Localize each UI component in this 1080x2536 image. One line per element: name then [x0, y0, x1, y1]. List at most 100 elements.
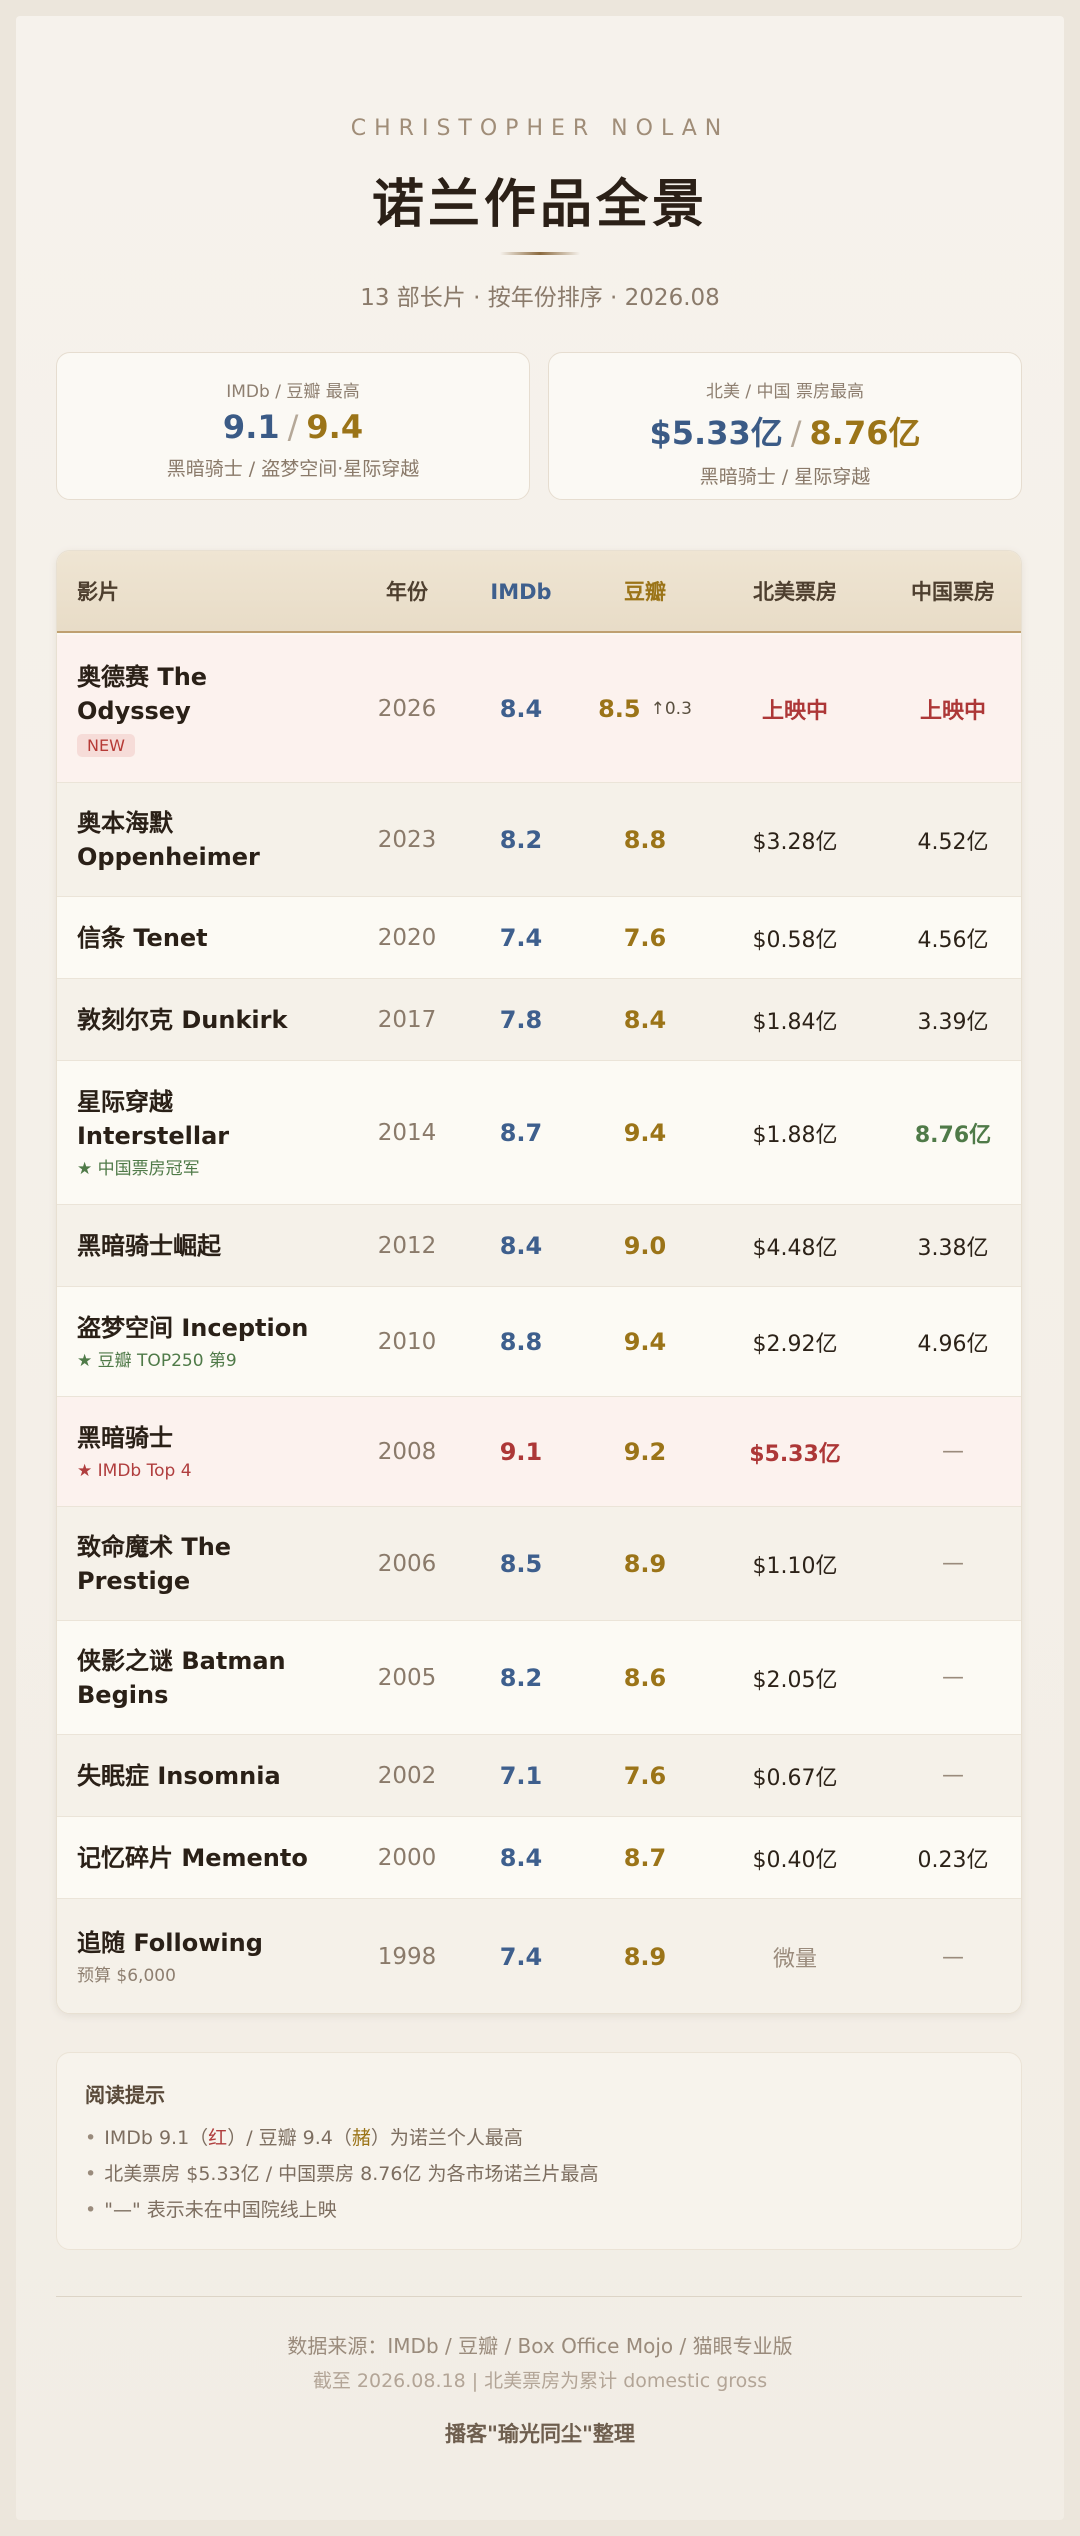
imdb-score: 8.2: [499, 825, 543, 854]
film-name: 追随 Following: [77, 1929, 263, 1957]
table-row: 星际穿越 Interstellar ★ 中国票房冠军 2014 8.7 9.4 …: [57, 1061, 1021, 1205]
imdb-score: 9.1: [499, 1437, 543, 1466]
table-row: 失眠症 Insomnia 2002 7.1 7.6 $0.67亿 —: [57, 1735, 1021, 1817]
filmography-table: 影片 年份 IMDb 豆瓣 北美票房 中国票房 奥德赛 The Odyssey …: [56, 550, 1022, 2014]
tip-ochre-word: 赭: [351, 2127, 371, 2149]
bullet-icon: •: [85, 2163, 97, 2185]
table-row: 致命魔术 The Prestige 2006 8.5 8.9 $1.10亿 —: [57, 1507, 1021, 1621]
ratings-card-label: IMDb / 豆瓣 最高: [226, 382, 360, 402]
na-box-office: $0.58亿: [752, 927, 838, 953]
table-row: 黑暗骑士崛起 2012 8.4 9.0 $4.48亿 3.38亿: [57, 1205, 1021, 1287]
header-imdb: IMDb: [490, 580, 552, 604]
director-eyebrow: CHRISTOPHER NOLAN: [350, 116, 730, 141]
film-name: 星际穿越 Interstellar: [77, 1087, 230, 1150]
film-name: 信条 Tenet: [77, 923, 208, 952]
cn-box-office: —: [942, 1944, 964, 1970]
imdb-score: 8.2: [499, 1663, 543, 1692]
na-box-office: $5.33亿: [749, 1441, 841, 1467]
na-box-office: $2.05亿: [752, 1667, 838, 1693]
douban-score: 8.7: [623, 1843, 667, 1872]
tip-text: "—" 表示未在中国院线上映: [104, 2199, 337, 2221]
film-name: 盗梦空间 Inception: [77, 1313, 309, 1342]
box-office-card-value: $5.33亿/8.76亿: [549, 408, 1021, 454]
douban-score: 9.0: [623, 1231, 667, 1260]
na-box-office: $1.84亿: [752, 1009, 838, 1035]
new-badge: NEW: [77, 734, 135, 757]
douban-score: 8.4: [623, 1005, 667, 1034]
tip-item: • "—" 表示未在中国院线上映: [85, 2192, 993, 2228]
tip-text: 北美票房 $5.33亿 / 中国票房 8.76亿 为各市场诺兰片最高: [104, 2163, 599, 2185]
top-imdb-value: 9.1: [222, 408, 280, 446]
film-name: 黑暗骑士崛起: [77, 1231, 221, 1260]
na-box-office: $0.67亿: [752, 1765, 838, 1791]
imdb-score: 7.4: [499, 1943, 543, 1971]
credit: 播客"瑜光同尘"整理: [445, 2422, 635, 2446]
film-note: 预算 $6,000: [77, 1966, 176, 1986]
tip-text: IMDb 9.1（: [104, 2127, 209, 2149]
bullet-icon: •: [85, 2199, 97, 2221]
imdb-score: 8.8: [499, 1327, 543, 1356]
box-office-card-note: 黑暗骑士 / 星际穿越: [699, 466, 871, 488]
douban-score: 9.2: [623, 1437, 667, 1466]
douban-score: 7.6: [623, 1761, 667, 1790]
table-row: 奥德赛 The Odyssey NEW 2026 8.4 8.5 ↑0.3 上映中…: [57, 635, 1021, 783]
imdb-score: 8.4: [499, 1231, 543, 1260]
imdb-score: 7.4: [499, 923, 543, 952]
table-row: 敦刻尔克 Dunkirk 2017 7.8 8.4 $1.84亿 3.39亿: [57, 979, 1021, 1061]
film-note: ★ 豆瓣 TOP250 第9: [77, 1350, 237, 1371]
film-name: 失眠症 Insomnia: [77, 1761, 281, 1790]
cn-box-office: 3.39亿: [917, 1009, 989, 1035]
ratings-card-note: 黑暗骑士 / 盗梦空间·星际穿越: [166, 458, 420, 480]
douban-score: 7.6: [623, 923, 667, 952]
film-note: ★ 中国票房冠军: [77, 1158, 200, 1179]
ratings-separator: /: [287, 408, 299, 446]
na-box-office: $0.40亿: [752, 1847, 838, 1873]
table-row: 信条 Tenet 2020 7.4 7.6 $0.58亿 4.56亿: [57, 897, 1021, 979]
tip-red-word: 红: [208, 2127, 228, 2149]
film-name: 奥本海默 Oppenheimer: [77, 808, 260, 871]
film-name: 致命魔术 The Prestige: [77, 1532, 232, 1595]
top-na-value: $5.33亿: [649, 414, 783, 452]
douban-score: 8.9: [623, 1943, 667, 1971]
page-subtitle: 13 部长片 · 按年份排序 · 2026.08: [360, 285, 720, 311]
tip-item: • 北美票房 $5.33亿 / 中国票房 8.76亿 为各市场诺兰片最高: [85, 2156, 993, 2192]
reading-tips: 阅读提示 • IMDb 9.1（红）/ 豆瓣 9.4（赭）为诺兰个人最高 • 北美票…: [56, 2052, 1022, 2250]
title-divider: [500, 252, 580, 255]
tips-title: 阅读提示: [85, 2083, 165, 2107]
na-box-office: 上映中: [761, 698, 828, 724]
box-office-card-label: 北美 / 中国 票房最高: [706, 382, 864, 402]
table-row: 黑暗骑士 ★ IMDb Top 4 2008 9.1 9.2 $5.33亿 —: [57, 1397, 1021, 1507]
cn-box-office: 上映中: [919, 698, 986, 724]
table-header: 影片 年份 IMDb 豆瓣 北美票房 中国票房: [57, 551, 1021, 633]
table-row: 侠影之谜 Batman Begins 2005 8.2 8.6 $2.05亿 —: [57, 1621, 1021, 1735]
imdb-score: 7.8: [499, 1005, 543, 1034]
na-box-office: $2.92亿: [752, 1331, 838, 1357]
film-name: 侠影之谜 Batman Begins: [77, 1646, 286, 1709]
ratings-summary-card: IMDb / 豆瓣 最高 9.1/9.4 黑暗骑士 / 盗梦空间·星际穿越: [56, 352, 530, 500]
film-name: 敦刻尔克 Dunkirk: [77, 1005, 288, 1034]
cn-box-office: —: [942, 1551, 964, 1576]
tip-text: ）/ 豆瓣 9.4（: [227, 2127, 352, 2149]
douban-score: 8.9: [623, 1549, 667, 1578]
douban-score: 8.8: [623, 825, 667, 854]
box-office-summary-card: 北美 / 中国 票房最高 $5.33亿/8.76亿 黑暗骑士 / 星际穿越: [548, 352, 1022, 500]
header-film: 影片: [77, 580, 119, 604]
bullet-icon: •: [85, 2127, 97, 2149]
data-date: 截至 2026.08.18 | 北美票房为累计 domestic gross: [312, 2370, 768, 2392]
douban-score: 8.6: [623, 1663, 667, 1692]
top-cn-value: 8.76亿: [809, 414, 921, 452]
na-box-office: $3.28亿: [752, 829, 838, 855]
top-douban-value: 9.4: [306, 408, 364, 446]
tip-item: • IMDb 9.1（红）/ 豆瓣 9.4（赭）为诺兰个人最高: [85, 2120, 993, 2156]
imdb-score: 7.1: [499, 1761, 543, 1790]
cn-box-office: —: [942, 1665, 964, 1690]
douban-delta: ↑0.3: [650, 698, 692, 719]
table-row: 盗梦空间 Inception ★ 豆瓣 TOP250 第9 2010 8.8 9…: [57, 1287, 1021, 1397]
header-na-box-office: 北美票房: [753, 580, 837, 604]
imdb-score: 8.5: [499, 1549, 543, 1578]
imdb-score: 8.7: [499, 1118, 543, 1147]
cn-box-office: 4.96亿: [917, 1331, 989, 1357]
cn-box-office: 4.52亿: [917, 829, 989, 855]
na-box-office: 微量: [772, 1947, 817, 1972]
header-douban: 豆瓣: [624, 580, 666, 604]
